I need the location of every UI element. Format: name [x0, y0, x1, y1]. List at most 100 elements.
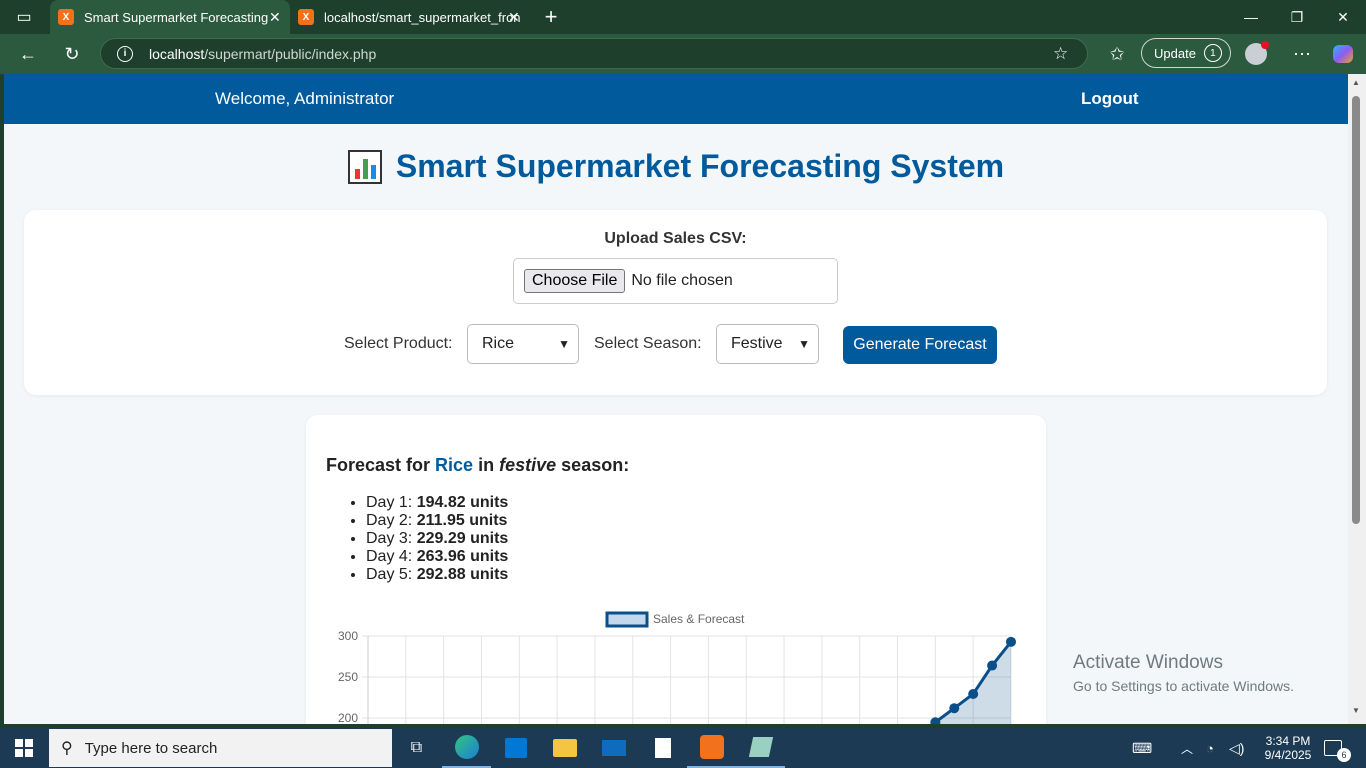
product-label: Select Product: [344, 335, 453, 352]
notifications-icon[interactable]: 6 [1324, 728, 1351, 768]
forecast-value: 194.82 units [416, 494, 509, 511]
file-status: No file chosen [631, 272, 733, 289]
season-select[interactable]: Festive ▼ [716, 324, 819, 364]
edge-browser-icon[interactable] [442, 728, 491, 768]
generate-forecast-button[interactable]: Generate Forecast [843, 326, 997, 364]
forecast-day: Day 5: [366, 566, 413, 583]
xampp-favicon-icon: X [298, 9, 314, 25]
scroll-up-icon[interactable]: ▲ [1352, 78, 1360, 87]
page-title: Smart Supermarket Forecasting System [4, 148, 1348, 185]
watermark-subtitle: Go to Settings to activate Windows. [1073, 678, 1294, 694]
tab-close-icon[interactable]: ✕ [508, 9, 520, 26]
restore-icon[interactable]: ❐ [1274, 0, 1320, 34]
choose-file-button[interactable]: Choose File [524, 269, 626, 293]
copilot-icon[interactable] [1327, 38, 1359, 70]
back-icon[interactable]: ← [12, 38, 44, 70]
address-bar[interactable]: i localhost/supermart/public/index.php ☆ [100, 38, 1088, 69]
chevron-down-icon: ▼ [798, 337, 810, 351]
xampp-icon[interactable] [687, 728, 736, 768]
upload-label: Upload Sales CSV: [604, 230, 747, 247]
logout-link[interactable]: Logout [1081, 89, 1139, 109]
data-point-4 [987, 660, 998, 671]
list-item: Day 2: 211.95 units [366, 512, 508, 530]
forecast-value: 292.88 units [416, 566, 509, 583]
close-window-icon[interactable]: ✕ [1320, 0, 1366, 34]
forecast-chart: Sales & Forecast 300 250 200 [338, 611, 1016, 724]
app-icon[interactable] [736, 728, 785, 768]
url-host: localhost [149, 45, 205, 62]
product-select[interactable]: Rice ▼ [467, 324, 579, 364]
data-point-3 [968, 688, 979, 699]
tab-localhost[interactable]: X localhost/smart_supermarket_fron ✕ [290, 0, 530, 34]
forecast-suffix: season: [561, 455, 630, 475]
tab-label: localhost/smart_supermarket_fron [324, 9, 521, 25]
forecast-day: Day 2: [366, 512, 413, 529]
tab-label: Smart Supermarket Forecasting [84, 9, 269, 25]
forecast-value: 263.96 units [416, 548, 509, 565]
favorites-icon[interactable]: ✩ [1101, 38, 1133, 70]
bar-chart-icon [347, 149, 382, 184]
forecast-product: Rice [435, 455, 474, 475]
forecast-value: 229.29 units [416, 530, 509, 547]
profile-avatar[interactable] [1245, 41, 1269, 65]
y-tick-label: 250 [338, 670, 358, 684]
profile-alert-dot [1261, 41, 1269, 49]
taskbar-clock[interactable]: 3:34 PM 9/4/2025 [1260, 728, 1316, 768]
page-scrollbar[interactable]: ▲ ▼ [1348, 74, 1366, 724]
notification-badge: 6 [1337, 748, 1351, 762]
volume-icon[interactable]: ◁) [1229, 728, 1244, 768]
more-options-icon[interactable]: ⋯ [1286, 38, 1318, 70]
taskbar-search-input[interactable]: ⚲ Type here to search [49, 729, 392, 767]
update-badge: 1 [1203, 44, 1222, 62]
forecast-day: Day 1: [366, 494, 413, 511]
y-tick-label: 300 [338, 629, 358, 643]
data-point-5 [1006, 636, 1016, 647]
scrollbar-thumb[interactable] [1352, 96, 1360, 524]
update-button[interactable]: Update 1 [1141, 38, 1231, 68]
scroll-down-icon[interactable]: ▼ [1352, 706, 1360, 715]
refresh-icon[interactable]: ↻ [56, 38, 88, 70]
forecast-list: Day 1: 194.82 units Day 2: 211.95 units … [366, 494, 508, 584]
forecast-day: Day 4: [366, 548, 413, 565]
clock-date: 9/4/2025 [1264, 748, 1312, 762]
clock-time: 3:34 PM [1265, 734, 1311, 748]
favorite-star-icon[interactable]: ☆ [1053, 44, 1068, 64]
file-input[interactable]: Choose File No file chosen [513, 258, 838, 304]
tab-close-icon[interactable]: ✕ [269, 9, 281, 26]
update-label: Update [1154, 45, 1196, 61]
forecast-card: Forecast for Rice in festive season: Day… [306, 415, 1046, 724]
url-text: localhost/supermart/public/index.php [149, 46, 376, 62]
windows-start-icon[interactable] [0, 728, 48, 768]
network-icon[interactable]: ◔ [1206, 728, 1214, 768]
tab-actions-icon[interactable]: ▭ [8, 1, 40, 33]
legend-swatch [605, 611, 649, 628]
site-info-icon[interactable]: i [117, 45, 133, 62]
task-view-icon[interactable]: ⧉ [392, 728, 441, 768]
list-item: Day 5: 292.88 units [366, 566, 508, 584]
tab-smart-supermarket[interactable]: X Smart Supermarket Forecasting ✕ [50, 0, 290, 34]
keyboard-icon[interactable]: ⌨ [1132, 728, 1152, 768]
forecast-heading: Forecast for Rice in festive season: [326, 455, 629, 476]
minimize-icon[interactable]: — [1228, 0, 1274, 34]
season-label: Select Season: [594, 335, 702, 352]
chevron-up-icon[interactable]: ︿ [1181, 728, 1193, 768]
data-point-2 [949, 703, 960, 714]
notepad-icon[interactable] [638, 728, 687, 768]
xampp-favicon-icon: X [58, 9, 74, 25]
page-title-text: Smart Supermarket Forecasting System [395, 148, 1005, 184]
microsoft-store-icon[interactable] [491, 728, 540, 768]
welcome-text: Welcome, Administrator [215, 89, 395, 108]
search-icon: ⚲ [61, 740, 73, 757]
search-placeholder: Type here to search [84, 739, 218, 757]
file-explorer-icon[interactable] [540, 728, 589, 768]
browser-toolbar: ← ↻ i localhost/supermart/public/index.p… [0, 34, 1366, 74]
mail-icon[interactable] [589, 728, 638, 768]
watermark-title: Activate Windows [1073, 652, 1223, 673]
controls-row: Select Product: Rice ▼ Select Season: Fe… [24, 324, 1327, 364]
product-select-value: Rice [482, 335, 515, 352]
new-tab-icon[interactable]: + [535, 1, 567, 33]
site-header: Welcome, Administrator Logout [4, 74, 1348, 124]
list-item: Day 4: 263.96 units [366, 548, 508, 566]
season-select-value: Festive [731, 335, 783, 352]
forecast-value: 211.95 units [416, 512, 508, 529]
